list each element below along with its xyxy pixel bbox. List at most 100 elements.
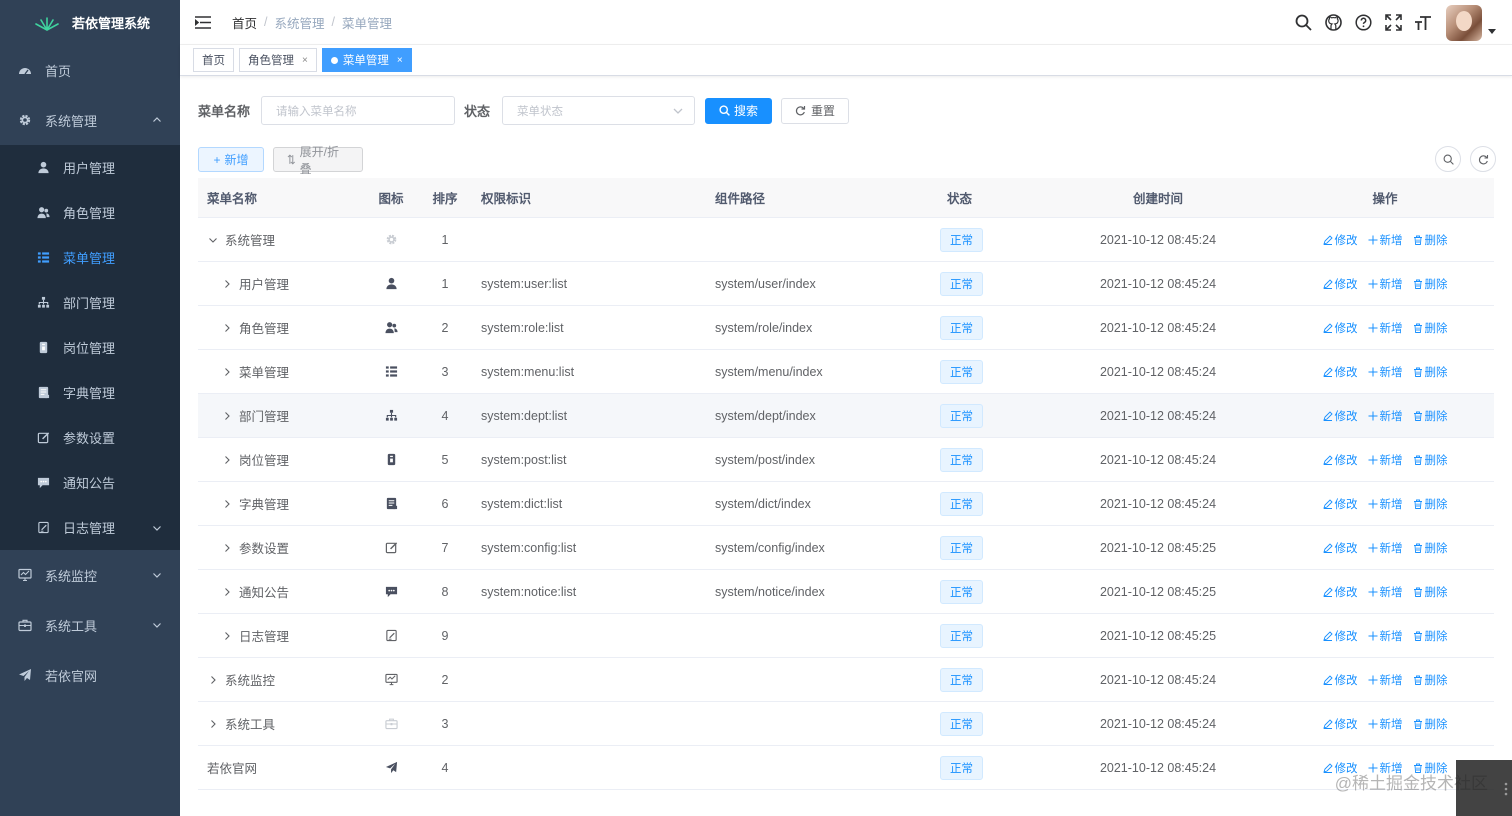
sidebar-item-dashboard[interactable]: 首页	[0, 45, 180, 95]
add-button[interactable]: 新增	[1368, 320, 1403, 336]
reset-button[interactable]: 重置	[781, 97, 850, 124]
edit-button[interactable]: 修改	[1322, 496, 1358, 512]
user-avatar[interactable]	[1446, 4, 1482, 41]
edit-button[interactable]: 修改	[1322, 628, 1358, 644]
table-row[interactable]: 系统管理 1 正常 2021-10-12 08:45:24 修改 新增 删除	[198, 218, 1494, 262]
chevron-right-icon[interactable]	[221, 586, 233, 598]
delete-button[interactable]: 删除	[1413, 452, 1448, 468]
search-button[interactable]: 搜索	[705, 97, 773, 124]
add-button[interactable]: 新增	[1368, 584, 1403, 600]
delete-button[interactable]: 删除	[1413, 320, 1448, 336]
add-button[interactable]: + 新增	[198, 147, 264, 172]
delete-button[interactable]: 删除	[1413, 232, 1448, 248]
close-icon[interactable]: ×	[397, 55, 403, 66]
tag-home[interactable]: 首页	[193, 48, 234, 72]
sidebar-subitem-post[interactable]: 岗位管理	[0, 325, 180, 370]
delete-label: 删除	[1424, 586, 1448, 599]
chevron-right-icon[interactable]	[207, 674, 219, 686]
sidebar-subitem-peoples[interactable]: 角色管理	[0, 190, 180, 235]
add-button[interactable]: 新增	[1368, 628, 1403, 644]
chevron-right-icon[interactable]	[221, 410, 233, 422]
chevron-right-icon[interactable]	[221, 542, 233, 554]
table-row[interactable]: 参数设置 7 system:config:list system/config/ind…	[198, 526, 1494, 570]
sidebar-subitem-edit[interactable]: 参数设置	[0, 415, 180, 460]
chevron-right-icon[interactable]	[221, 366, 233, 378]
add-button[interactable]: 新增	[1368, 716, 1403, 732]
question-icon[interactable]	[1354, 14, 1372, 32]
delete-button[interactable]: 删除	[1413, 584, 1448, 600]
close-icon[interactable]: ×	[302, 55, 308, 66]
edit-button[interactable]: 修改	[1322, 540, 1358, 556]
table-row[interactable]: 字典管理 6 system:dict:list system/dict/index 正常…	[198, 482, 1494, 526]
expand-collapse-button[interactable]: 展开/折叠	[273, 145, 363, 176]
table-row[interactable]: 日志管理 9 正常 2021-10-12 08:45:25 修改 新增 删除	[198, 614, 1494, 658]
search-icon[interactable]	[1294, 14, 1312, 32]
delete-button[interactable]: 删除	[1413, 672, 1448, 688]
delete-button[interactable]: 删除	[1413, 276, 1448, 292]
fullscreen-icon[interactable]	[1384, 14, 1402, 32]
tag-role[interactable]: 角色管理 ×	[239, 48, 317, 72]
delete-button[interactable]: 删除	[1413, 496, 1448, 512]
edit-button[interactable]: 修改	[1322, 364, 1358, 380]
edit-button[interactable]: 修改	[1322, 452, 1358, 468]
github-icon[interactable]	[1324, 14, 1342, 32]
add-button[interactable]: 新增	[1368, 276, 1403, 292]
sidebar-subitem-dict[interactable]: 字典管理	[0, 370, 180, 415]
edit-button[interactable]: 修改	[1322, 232, 1358, 248]
chevron-right-icon[interactable]	[221, 278, 233, 290]
sidebar-subitem-tree-table[interactable]: 菜单管理	[0, 235, 180, 280]
edit-button[interactable]: 修改	[1322, 584, 1358, 600]
delete-button[interactable]: 删除	[1413, 716, 1448, 732]
more-vertical-icon[interactable]	[1504, 782, 1508, 796]
status-select[interactable]: 菜单状态	[502, 96, 696, 125]
edit-button[interactable]: 修改	[1322, 276, 1358, 292]
table-row[interactable]: 角色管理 2 system:role:list system/role/index 正常…	[198, 306, 1494, 350]
breadcrumb-home[interactable]: 首页	[232, 13, 257, 32]
table-row[interactable]: 若依官网 4 正常 2021-10-12 08:45:24 修改 新增 删除	[198, 746, 1494, 790]
caret-down-icon[interactable]	[1488, 27, 1496, 35]
table-row[interactable]: 部门管理 4 system:dept:list system/dept/index 正常…	[198, 394, 1494, 438]
sidebar-subitem-message[interactable]: 通知公告	[0, 460, 180, 505]
sidebar-item-monitor[interactable]: 系统监控	[0, 550, 180, 600]
edit-button[interactable]: 修改	[1322, 408, 1358, 424]
edit-button[interactable]: 修改	[1322, 716, 1358, 732]
add-button[interactable]: 新增	[1368, 496, 1403, 512]
delete-button[interactable]: 删除	[1413, 540, 1448, 556]
chevron-right-icon[interactable]	[221, 322, 233, 334]
tag-menu[interactable]: 菜单管理 ×	[321, 48, 412, 72]
chevron-right-icon[interactable]	[221, 630, 233, 642]
delete-button[interactable]: 删除	[1413, 364, 1448, 380]
edit-button[interactable]: 修改	[1322, 672, 1358, 688]
chevron-right-icon[interactable]	[221, 454, 233, 466]
delete-button[interactable]: 删除	[1413, 408, 1448, 424]
font-size-icon[interactable]	[1414, 14, 1432, 32]
sidebar-item-tool[interactable]: 系统工具	[0, 600, 180, 650]
app-logo[interactable]: 若依管理系统	[0, 0, 180, 45]
add-button[interactable]: 新增	[1368, 452, 1403, 468]
table-row[interactable]: 系统监控 2 正常 2021-10-12 08:45:24 修改 新增 删除	[198, 658, 1494, 702]
add-button[interactable]: 新增	[1368, 672, 1403, 688]
sidebar-item-guide[interactable]: 若依官网	[0, 650, 180, 700]
delete-button[interactable]: 删除	[1413, 628, 1448, 644]
chevron-right-icon[interactable]	[221, 498, 233, 510]
menu-name-input[interactable]: 请输入菜单名称	[261, 96, 456, 125]
chevron-right-icon[interactable]	[207, 718, 219, 730]
table-row[interactable]: 用户管理 1 system:user:list system/user/index 正常…	[198, 262, 1494, 306]
chevron-down-icon[interactable]	[207, 234, 219, 246]
sidebar-subitem-user[interactable]: 用户管理	[0, 145, 180, 190]
refresh-button[interactable]	[1470, 146, 1496, 172]
add-button[interactable]: 新增	[1368, 232, 1403, 248]
table-row[interactable]: 菜单管理 3 system:menu:list system/menu/index 正常…	[198, 350, 1494, 394]
add-button[interactable]: 新增	[1368, 364, 1403, 380]
sidebar-item-gear[interactable]: 系统管理	[0, 95, 180, 145]
add-button[interactable]: 新增	[1368, 408, 1403, 424]
table-row[interactable]: 通知公告 8 system:notice:list system/notice/ind…	[198, 570, 1494, 614]
edit-button[interactable]: 修改	[1322, 320, 1358, 336]
table-row[interactable]: 系统工具 3 正常 2021-10-12 08:45:24 修改 新增 删除	[198, 702, 1494, 746]
hamburger-icon[interactable]	[195, 15, 211, 29]
sidebar-subitem-tree[interactable]: 部门管理	[0, 280, 180, 325]
toggle-search-button[interactable]	[1435, 146, 1461, 172]
add-button[interactable]: 新增	[1368, 540, 1403, 556]
sidebar-subitem-log[interactable]: 日志管理	[0, 505, 180, 550]
table-row[interactable]: 岗位管理 5 system:post:list system/post/index 正常…	[198, 438, 1494, 482]
